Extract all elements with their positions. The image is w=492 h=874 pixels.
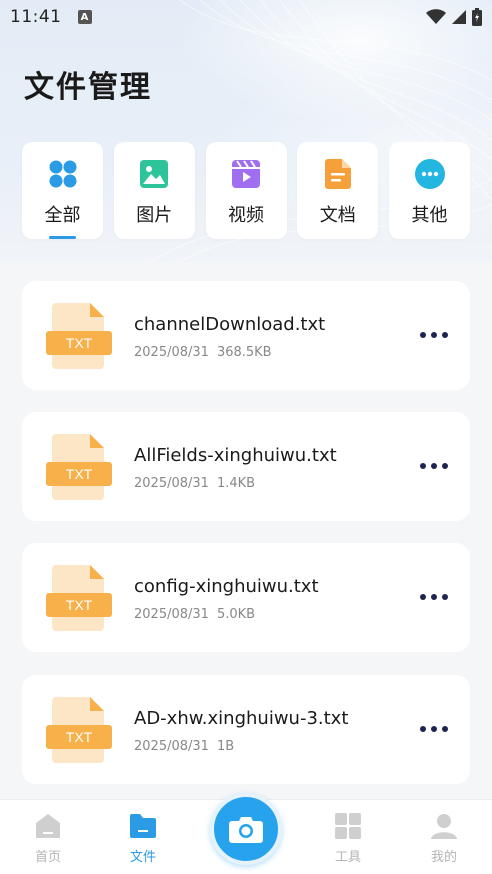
camera-icon xyxy=(229,817,263,843)
file-size: 5.0KB xyxy=(216,607,256,622)
more-icon xyxy=(414,159,445,189)
tools-icon xyxy=(335,813,361,839)
nav-label: 首页 xyxy=(34,850,61,865)
file-date: 2025/08/31 xyxy=(134,739,209,754)
signal-icon xyxy=(452,10,466,24)
nav-tools[interactable]: 工具 xyxy=(318,812,378,865)
active-tab-indicator xyxy=(49,236,76,239)
tab-label: 其他 xyxy=(411,205,448,226)
file-size: 1.4KB xyxy=(216,476,256,491)
nav-profile[interactable]: 我的 xyxy=(414,812,474,865)
file-name: channelDownload.txt xyxy=(134,314,326,335)
file-name: config-xinghuiwu.txt xyxy=(134,576,319,597)
tab-others[interactable]: 其他 xyxy=(389,142,470,239)
tab-documents[interactable]: 文档 xyxy=(297,142,379,239)
grid-icon xyxy=(48,159,78,189)
image-icon xyxy=(139,159,169,189)
nav-files[interactable]: 文件 xyxy=(113,812,173,865)
file-meta: 2025/08/31 1.4KB xyxy=(134,476,255,491)
file-item[interactable]: TXT config-xinghuiwu.txt 2025/08/31 5.0KB xyxy=(22,543,470,652)
file-size: 1B xyxy=(216,739,235,754)
file-type-label: TXT xyxy=(66,466,93,482)
tab-label: 图片 xyxy=(136,205,173,226)
file-item[interactable]: TXT channelDownload.txt 2025/08/31 368.5K… xyxy=(22,281,470,390)
tab-videos[interactable]: 视频 xyxy=(205,142,287,239)
nav-label: 我的 xyxy=(430,850,457,865)
nav-label: 文件 xyxy=(129,850,156,865)
home-icon xyxy=(36,814,60,838)
more-options-button[interactable] xyxy=(420,458,448,474)
txt-file-icon: TXT xyxy=(46,434,112,500)
file-date: 2025/08/31 xyxy=(134,476,209,491)
video-icon xyxy=(231,159,261,189)
category-tabs: 全部 图片 视频 文档 其他 xyxy=(22,142,470,239)
file-date: 2025/08/31 xyxy=(134,607,209,622)
txt-file-icon: TXT xyxy=(46,697,112,763)
notification-icon: A xyxy=(77,10,92,24)
txt-file-icon: TXT xyxy=(46,303,112,369)
nav-label: 工具 xyxy=(334,850,361,865)
tab-all[interactable]: 全部 xyxy=(22,142,103,239)
file-meta: 2025/08/31 1B xyxy=(134,739,234,754)
page-title: 文件管理 xyxy=(24,70,152,105)
file-item[interactable]: TXT AD-xhw.xinghuiwu-3.txt 2025/08/31 1B xyxy=(22,675,470,784)
tab-label: 文档 xyxy=(319,205,356,226)
file-name: AD-xhw.xinghuiwu-3.txt xyxy=(134,708,349,729)
file-type-label: TXT xyxy=(66,597,93,613)
wifi-icon xyxy=(426,9,446,24)
txt-file-icon: TXT xyxy=(46,565,112,631)
file-type-label: TXT xyxy=(66,729,93,745)
document-icon xyxy=(323,159,353,189)
folder-icon xyxy=(130,814,156,838)
status-time: 11:41 xyxy=(10,7,62,27)
file-date: 2025/08/31 xyxy=(134,345,209,360)
status-bar: 11:41 A xyxy=(0,0,492,34)
profile-icon xyxy=(431,814,457,839)
file-meta: 2025/08/31 368.5KB xyxy=(134,345,272,360)
file-meta: 2025/08/31 5.0KB xyxy=(134,607,255,622)
file-item[interactable]: TXT AllFields-xinghuiwu.txt 2025/08/31 1.… xyxy=(22,412,470,521)
tab-label: 视频 xyxy=(228,205,264,226)
camera-button[interactable] xyxy=(210,793,282,865)
nav-home[interactable]: 首页 xyxy=(18,812,78,865)
battery-icon xyxy=(472,8,482,26)
tab-images[interactable]: 图片 xyxy=(113,142,195,239)
file-type-label: TXT xyxy=(66,335,93,351)
more-options-button[interactable] xyxy=(420,721,448,737)
tab-label: 全部 xyxy=(44,205,81,226)
file-size: 368.5KB xyxy=(216,345,272,360)
file-name: AllFields-xinghuiwu.txt xyxy=(134,445,337,466)
more-options-button[interactable] xyxy=(420,327,448,343)
more-options-button[interactable] xyxy=(420,589,448,605)
